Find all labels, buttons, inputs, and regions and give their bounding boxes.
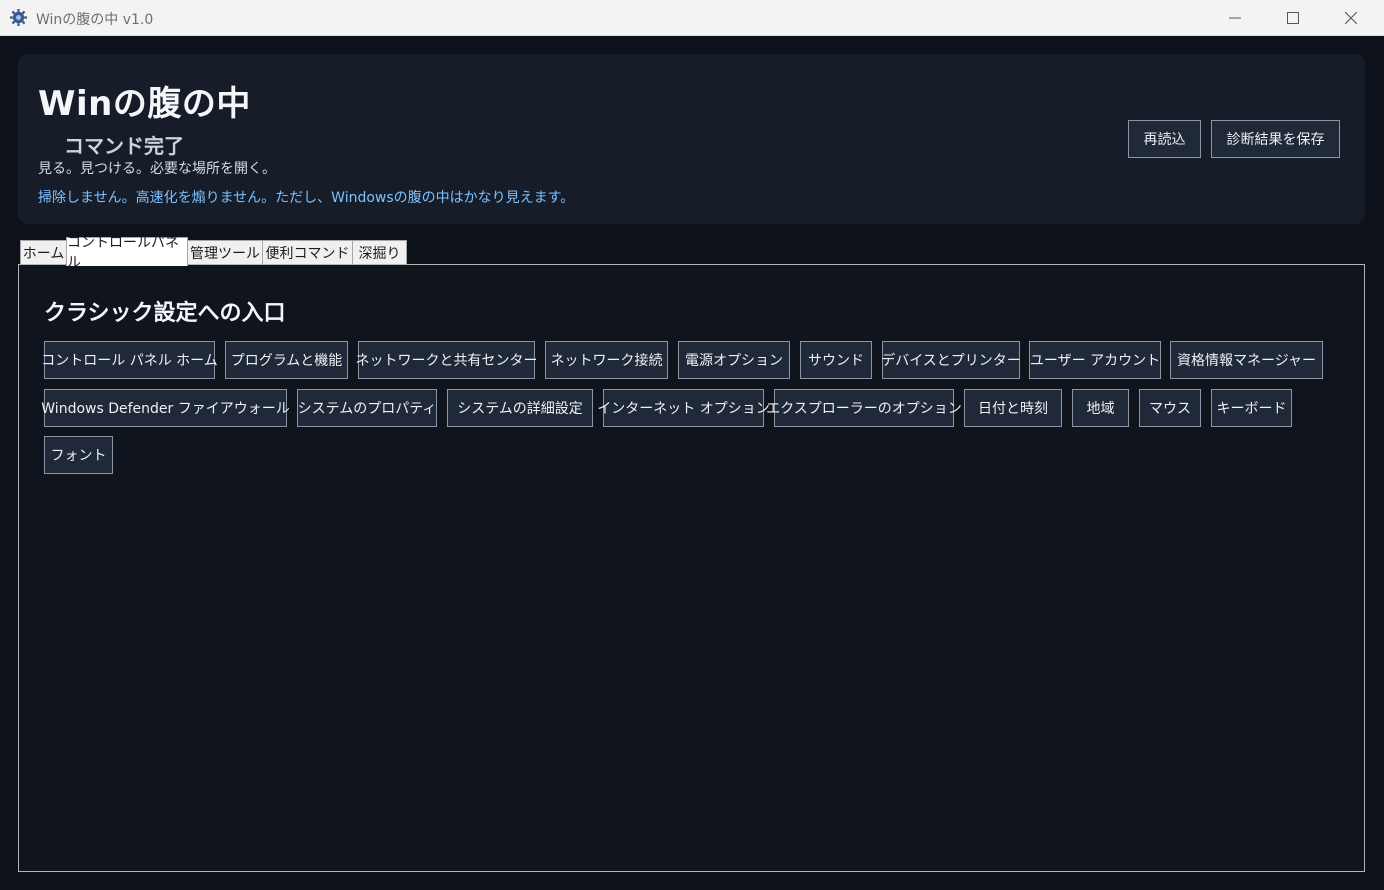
reload-button[interactable]: 再読込	[1128, 120, 1201, 158]
maximize-icon	[1287, 11, 1299, 24]
status-text: コマンド完了	[64, 134, 184, 158]
close-button[interactable]	[1322, 0, 1380, 35]
info-note: 掃除しません。高速化を煽りません。ただし、Windowsの腹の中はかなり見えます…	[38, 190, 575, 206]
section-title: クラシック設定への入口	[44, 301, 286, 326]
user-accounts-button[interactable]: ユーザー アカウント	[1029, 341, 1161, 379]
tab-useful-commands[interactable]: 便利コマンド	[262, 240, 353, 265]
fonts-button[interactable]: フォント	[44, 436, 113, 474]
tagline: 見る。見つける。必要な場所を開く。	[38, 161, 276, 177]
window-title: Winの腹の中 v1.0	[36, 12, 154, 28]
maximize-button[interactable]	[1264, 0, 1322, 35]
app-heading: Winの腹の中	[38, 84, 251, 124]
network-sharing-center-button[interactable]: ネットワークと共有センター	[356, 341, 538, 379]
keyboard-button[interactable]: キーボード	[1211, 389, 1292, 427]
gear-bug-icon	[9, 8, 28, 27]
sound-button[interactable]: サウンド	[800, 341, 872, 379]
programs-features-button[interactable]: プログラムと機能	[225, 341, 348, 379]
devices-printers-button[interactable]: デバイスとプリンター	[881, 341, 1021, 379]
windows-defender-firewall-button[interactable]: Windows Defender ファイアウォール	[41, 389, 290, 427]
close-icon	[1345, 11, 1357, 24]
explorer-options-button[interactable]: エクスプローラーのオプション	[766, 389, 962, 427]
credential-manager-button[interactable]: 資格情報マネージャー	[1170, 341, 1323, 379]
internet-options-button[interactable]: インターネット オプション	[597, 389, 770, 427]
minimize-icon	[1229, 17, 1241, 18]
save-diagnostics-button[interactable]: 診断結果を保存	[1211, 120, 1340, 158]
tab-deep-dive[interactable]: 深掘り	[352, 240, 407, 265]
minimize-button[interactable]	[1206, 0, 1264, 35]
window-titlebar: Winの腹の中 v1.0	[0, 0, 1384, 36]
tab-admin-tools[interactable]: 管理ツール	[187, 240, 263, 265]
mouse-button[interactable]: マウス	[1139, 389, 1201, 427]
header-card: Winの腹の中 コマンド完了 見る。見つける。必要な場所を開く。 掃除しません。…	[18, 54, 1365, 224]
tab-control-panel[interactable]: コントロールパネル	[66, 235, 188, 271]
advanced-system-settings-button[interactable]: システムの詳細設定	[447, 389, 593, 427]
system-properties-button[interactable]: システムのプロパティ	[297, 389, 437, 427]
date-time-button[interactable]: 日付と時刻	[964, 389, 1062, 427]
network-connections-button[interactable]: ネットワーク接続	[545, 341, 668, 379]
power-options-button[interactable]: 電源オプション	[678, 341, 790, 379]
tab-home[interactable]: ホーム	[20, 240, 67, 265]
control-panel-tab-content: クラシック設定への入口 コントロール パネル ホーム プログラムと機能 ネットワ…	[18, 264, 1365, 872]
region-button[interactable]: 地域	[1072, 389, 1129, 427]
control-panel-home-button[interactable]: コントロール パネル ホーム	[41, 341, 218, 379]
